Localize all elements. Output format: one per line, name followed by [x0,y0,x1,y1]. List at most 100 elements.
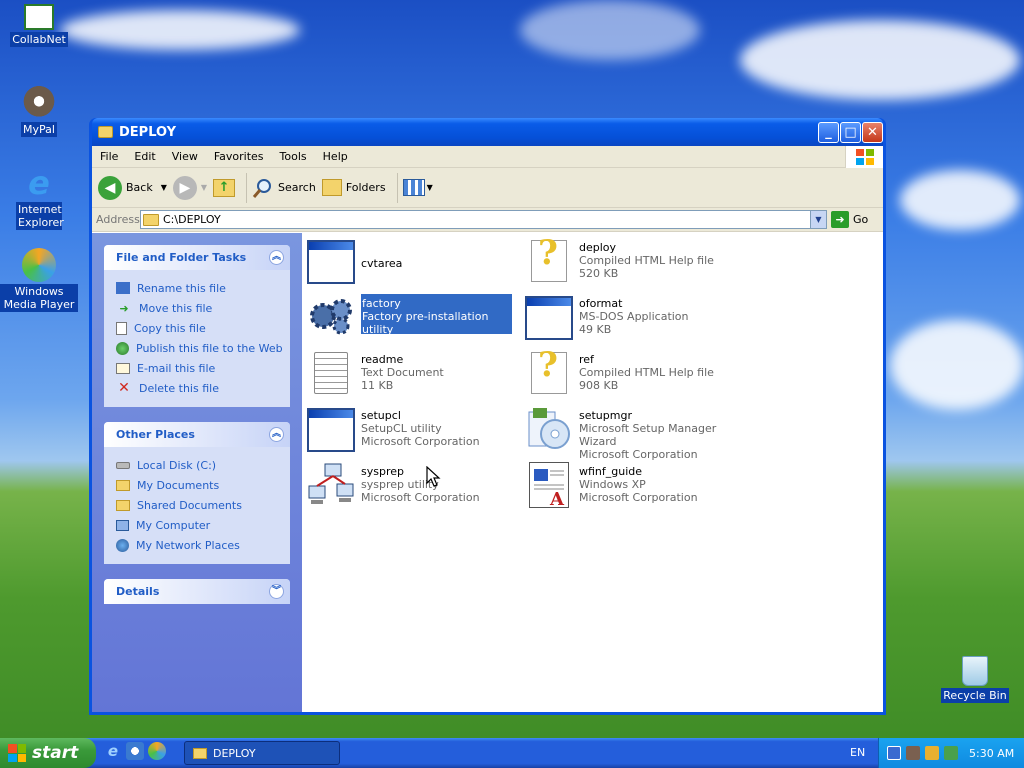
file-item-ref[interactable]: ? ref Compiled HTML Help file 908 KB [525,345,730,400]
network-tray-icon[interactable] [887,746,901,760]
menu-edit[interactable]: Edit [126,150,163,163]
task-publish[interactable]: Publish this file to the Web [116,338,290,358]
chevron-down-icon[interactable]: ▼ [161,183,167,192]
internet-explorer-icon[interactable]: e [104,742,122,760]
address-input[interactable]: C:\DEPLOY ▼ [140,210,827,229]
rename-icon [116,282,130,294]
file-item-cvtarea[interactable]: cvtarea [307,238,512,288]
file-item-oformat[interactable]: oformat MS-DOS Application 49 KB [525,294,730,344]
place-my-documents[interactable]: My Documents [116,475,290,495]
place-my-network-places[interactable]: My Network Places [116,535,290,555]
safely-remove-tray-icon[interactable] [944,746,958,760]
details-panel: Details ︾ [104,579,290,604]
search-button[interactable]: Search [252,177,316,199]
place-label: My Computer [136,518,211,532]
expand-icon[interactable]: ︾ [269,584,284,599]
file-name: setupmgr [579,409,632,422]
place-shared-documents[interactable]: Shared Documents [116,495,290,515]
file-item-sysprep[interactable]: sysprep sysprep utility Microsoft Corporat… [307,462,512,512]
chevron-down-icon[interactable]: ▼ [810,211,826,228]
file-size: 11 KB [361,379,394,392]
email-icon [116,362,130,374]
cloud [890,320,1024,410]
go-button[interactable]: ➜ Go [831,211,868,228]
folder-icon [116,499,130,511]
menu-bar: File Edit View Favorites Tools Help [92,146,883,168]
back-label: Back [126,181,153,194]
file-name: factory [362,297,401,310]
desktop-icon-internet-explorer[interactable]: e Internet Explorer [0,166,78,230]
place-label: Local Disk (C:) [137,458,217,472]
folder-icon [116,479,130,491]
menu-favorites[interactable]: Favorites [206,150,272,163]
folders-icon [321,179,342,196]
explorer-window[interactable]: DEPLOY _ □ ✕ File Edit View Favorites To… [89,118,886,715]
setup-manager-icon [525,406,573,452]
folder-icon [193,747,207,759]
taskbar-button-deploy[interactable]: DEPLOY [184,741,340,765]
file-item-setupcl[interactable]: setupcl SetupCL utility Microsoft Corporat… [307,406,512,456]
window-client: File Edit View Favorites Tools Help ◀ Ba… [92,146,883,712]
task-copy[interactable]: Copy this file [116,318,290,338]
maximize-button[interactable]: □ [840,122,861,143]
views-button[interactable]: ▼ [402,179,433,196]
clock[interactable]: 5:30 AM [969,747,1014,760]
forward-button[interactable]: ▶ ▼ [172,175,207,200]
desktop-icon-label: MyPal [21,122,57,137]
task-email[interactable]: E-mail this file [116,358,290,378]
panel-title: Other Places [116,428,195,441]
folders-button[interactable]: Folders [321,179,386,196]
minimize-button[interactable]: _ [818,122,839,143]
collapse-icon[interactable]: ︽ [269,250,284,265]
quick-launch: e [104,742,166,760]
chevron-down-icon[interactable]: ▼ [427,183,433,192]
file-name: sysprep [361,465,404,478]
file-item-factory[interactable]: factory Factory pre-installation utility M… [307,294,512,349]
chevron-down-icon[interactable]: ▼ [201,183,207,192]
computer-icon [116,519,129,531]
file-company: Microsoft Corporation [361,491,480,504]
title-bar[interactable]: DEPLOY _ □ ✕ [92,118,883,146]
start-button[interactable]: start [0,738,96,768]
file-item-wfinf-guide[interactable]: A wfinf_guide Windows XP Microsoft Corpora… [525,462,730,512]
task-rename[interactable]: Rename this file [116,278,290,298]
panel-header[interactable]: File and Folder Tasks ︽ [104,245,290,270]
place-label: My Documents [137,478,220,492]
desktop-icon-recycle-bin[interactable]: Recycle Bin [936,656,1014,703]
place-my-computer[interactable]: My Computer [116,515,290,535]
file-company: Microsoft Corporation [579,448,698,461]
close-button[interactable]: ✕ [862,122,883,143]
file-item-readme[interactable]: readme Text Document 11 KB [307,350,512,400]
back-button[interactable]: ◀ Back ▼ [98,175,167,200]
program-window-icon [307,406,355,452]
menu-help[interactable]: Help [315,150,356,163]
file-item-setupmgr[interactable]: setupmgr Microsoft Setup Manager Wizard Mi… [525,406,730,461]
file-description: sysprep utility [361,478,439,491]
folders-label: Folders [345,181,386,194]
file-folder-tasks-panel: File and Folder Tasks ︽ Rename this file… [104,245,290,407]
language-indicator[interactable]: EN [850,746,865,759]
menu-file[interactable]: File [92,150,126,163]
task-label: Move this file [139,301,213,315]
place-local-disk[interactable]: Local Disk (C:) [116,455,290,475]
outlook-express-icon[interactable] [126,742,144,760]
cloud [740,20,1020,100]
panel-header[interactable]: Other Places ︽ [104,422,290,447]
desktop-icon-collabnet[interactable]: CollabNet [0,4,78,47]
task-move[interactable]: ➜ Move this file [116,298,290,318]
menu-tools[interactable]: Tools [272,150,315,163]
update-tray-icon[interactable] [925,746,939,760]
menu-view[interactable]: View [164,150,206,163]
up-button[interactable]: ↑ [213,178,236,197]
windows-media-player-icon[interactable] [148,742,166,760]
mypal-tray-icon[interactable] [906,746,920,760]
desktop-icon-mypal[interactable]: MyPal [0,86,78,137]
collapse-icon[interactable]: ︽ [269,427,284,442]
go-arrow-icon: ➜ [831,211,849,228]
panel-header[interactable]: Details ︾ [104,579,290,604]
file-name: ref [579,353,594,366]
task-delete[interactable]: ✕ Delete this file [116,378,290,398]
desktop-icon-windows-media-player[interactable]: Windows Media Player [0,248,78,312]
file-company: Microsoft Corporation [361,435,480,448]
file-item-deploy[interactable]: ? deploy Compiled HTML Help file 520 KB [525,233,730,288]
